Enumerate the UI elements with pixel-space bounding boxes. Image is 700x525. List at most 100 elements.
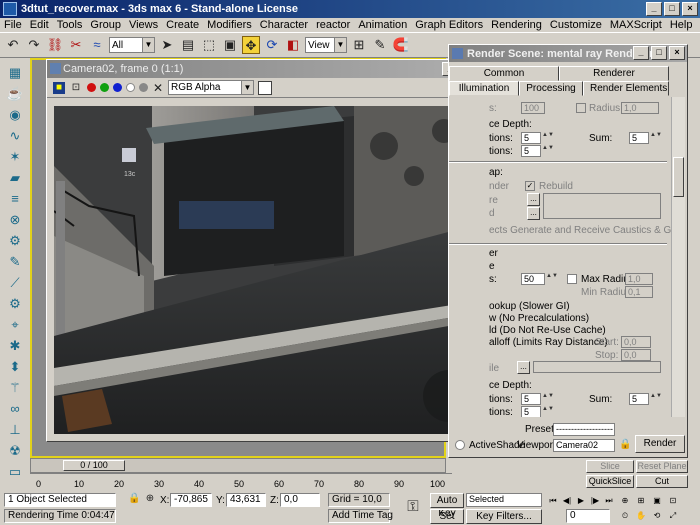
scrollbar-thumb[interactable]: [673, 157, 684, 197]
cameras-icon[interactable]: ▰: [5, 169, 25, 187]
menu-help[interactable]: Help: [666, 19, 697, 31]
menu-modifiers[interactable]: Modifiers: [203, 19, 256, 31]
create-icon[interactable]: ▦: [5, 64, 25, 82]
rsd-close-button[interactable]: ×: [669, 46, 685, 60]
pin-icon[interactable]: ✱: [5, 337, 25, 355]
falloff-stop-field[interactable]: 0,0: [621, 349, 651, 361]
select-object-icon[interactable]: ➤: [158, 36, 176, 54]
time-config-icon[interactable]: ⏲: [618, 510, 632, 522]
x-coordinate-field[interactable]: -70,865: [170, 493, 212, 507]
gi-max-sum-field[interactable]: 5: [629, 393, 649, 405]
lights-icon[interactable]: ✶: [5, 148, 25, 166]
select-and-scale-icon[interactable]: ◧: [284, 36, 302, 54]
link-icon[interactable]: ∞: [5, 400, 25, 418]
viewport-dropdown[interactable]: Camera02: [553, 439, 615, 452]
menu-file[interactable]: File: [0, 19, 26, 31]
red-channel-icon[interactable]: [87, 83, 96, 92]
tab-render-elements[interactable]: Render Elements: [583, 81, 669, 96]
max-reflections-field[interactable]: 5: [521, 132, 541, 144]
spinner-arrows-icon[interactable]: ▲▼: [546, 273, 558, 285]
menu-character[interactable]: Character: [256, 19, 312, 31]
menu-graph-editors[interactable]: Graph Editors: [411, 19, 487, 31]
radius-checkbox[interactable]: [576, 103, 586, 113]
spinner-arrows-icon[interactable]: ▲▼: [542, 132, 554, 144]
reset-plane-button[interactable]: Reset Plane: [636, 460, 688, 473]
constraint-icon[interactable]: ⌖: [5, 316, 25, 334]
zoom-icon[interactable]: ⊕: [618, 495, 632, 507]
gi-max-reflections-field[interactable]: 5: [521, 393, 541, 405]
menu-views[interactable]: Views: [125, 19, 162, 31]
fg-file-path-field[interactable]: [533, 361, 661, 373]
caustic-radius-field[interactable]: 1,0: [621, 102, 659, 114]
bind-to-space-warp-icon[interactable]: ≈: [88, 36, 106, 54]
browse-fg-file-button[interactable]: ...: [517, 361, 530, 374]
3dsmax-app-icon[interactable]: [3, 2, 17, 16]
rebuild-checkbox[interactable]: ✓: [525, 181, 535, 191]
zoom-extents-all-icon[interactable]: ⊡: [666, 495, 680, 507]
set-key-button[interactable]: Set Key: [430, 509, 464, 525]
display-icon[interactable]: ▭: [5, 463, 25, 481]
wand-icon[interactable]: ⚚: [5, 379, 25, 397]
pan-icon[interactable]: ✋: [634, 510, 648, 522]
unlink-icon[interactable]: ✂: [67, 36, 85, 54]
save-bitmap-icon[interactable]: ■: [53, 81, 65, 94]
current-frame-field[interactable]: 0: [566, 509, 610, 523]
max-sum-field[interactable]: 5: [629, 132, 649, 144]
cut-button[interactable]: Cut: [636, 475, 688, 488]
spinner-arrows-icon[interactable]: ▲▼: [650, 132, 662, 144]
rectangular-selection-icon[interactable]: ⬚: [200, 36, 218, 54]
snaps-toggle-icon[interactable]: 🧲: [392, 36, 410, 54]
zoom-extents-icon[interactable]: ▣: [650, 495, 664, 507]
redo-icon[interactable]: ↷: [25, 36, 43, 54]
gi-samples-field[interactable]: 50: [521, 273, 545, 285]
select-and-rotate-icon[interactable]: ⟳: [263, 36, 281, 54]
browse-photon-file-button[interactable]: ...: [527, 193, 540, 206]
alpha-channel-icon[interactable]: [126, 83, 135, 92]
sphere-icon[interactable]: ◉: [5, 106, 25, 124]
tab-renderer[interactable]: Renderer: [559, 66, 669, 81]
photon-file-path-field[interactable]: [543, 193, 661, 219]
play-icon[interactable]: ▶: [574, 495, 588, 507]
color-swatch[interactable]: [258, 80, 272, 95]
rsd-scrollbar[interactable]: [671, 97, 685, 417]
tab-illumination[interactable]: Illumination: [449, 81, 519, 96]
zoom-all-icon[interactable]: ⊞: [634, 495, 648, 507]
orbit-icon[interactable]: ⟲: [650, 510, 664, 522]
spinner-arrows-icon[interactable]: ▲▼: [650, 393, 662, 405]
menu-edit[interactable]: Edit: [26, 19, 53, 31]
spinner-arrows-icon[interactable]: ▲▼: [542, 406, 554, 417]
go-to-start-icon[interactable]: ⏮: [546, 495, 560, 507]
max-radius-field[interactable]: 1,0: [625, 273, 653, 285]
menu-rendering[interactable]: Rendering: [487, 19, 546, 31]
menu-customize[interactable]: Customize: [546, 19, 606, 31]
menu-create[interactable]: Create: [162, 19, 203, 31]
selection-lock-icon[interactable]: 🔒: [128, 492, 140, 506]
undo-icon[interactable]: ↶: [4, 36, 22, 54]
reactor-icon[interactable]: ☢: [5, 442, 25, 460]
teapot-icon[interactable]: ☕: [5, 85, 25, 103]
next-frame-icon[interactable]: |▶: [588, 495, 602, 507]
menu-animation[interactable]: Animation: [354, 19, 411, 31]
spinner-arrows-icon[interactable]: ▲▼: [542, 145, 554, 157]
selection-filter-dropdown[interactable]: All ▼: [109, 37, 155, 53]
menu-reactor[interactable]: reactor: [312, 19, 354, 31]
pivot-center-icon[interactable]: ⊞: [350, 36, 368, 54]
bones-icon[interactable]: ⊥: [5, 421, 25, 439]
y-coordinate-field[interactable]: 43,631: [226, 493, 266, 507]
activeshade-radio[interactable]: [455, 440, 465, 450]
bone-icon[interactable]: ⟋: [5, 274, 25, 292]
add-time-tag-button[interactable]: Add Time Tag: [328, 509, 393, 523]
maximize-button[interactable]: □: [664, 2, 680, 16]
z-coordinate-field[interactable]: 0,0: [280, 493, 320, 507]
key-filters-button[interactable]: Key Filters...: [466, 509, 542, 524]
go-to-end-icon[interactable]: ⏭: [602, 495, 616, 507]
max-refractions-field[interactable]: 5: [521, 145, 541, 157]
window-crossing-icon[interactable]: ▣: [221, 36, 239, 54]
rsd-minimize-button[interactable]: _: [633, 46, 649, 60]
quickslice-button[interactable]: QuickSlice: [586, 475, 634, 488]
max-radius-checkbox[interactable]: [567, 274, 577, 284]
tab-common[interactable]: Common: [449, 66, 559, 81]
menu-tools[interactable]: Tools: [53, 19, 87, 31]
gear-icon[interactable]: ⚙: [5, 295, 25, 313]
green-channel-icon[interactable]: [100, 83, 109, 92]
